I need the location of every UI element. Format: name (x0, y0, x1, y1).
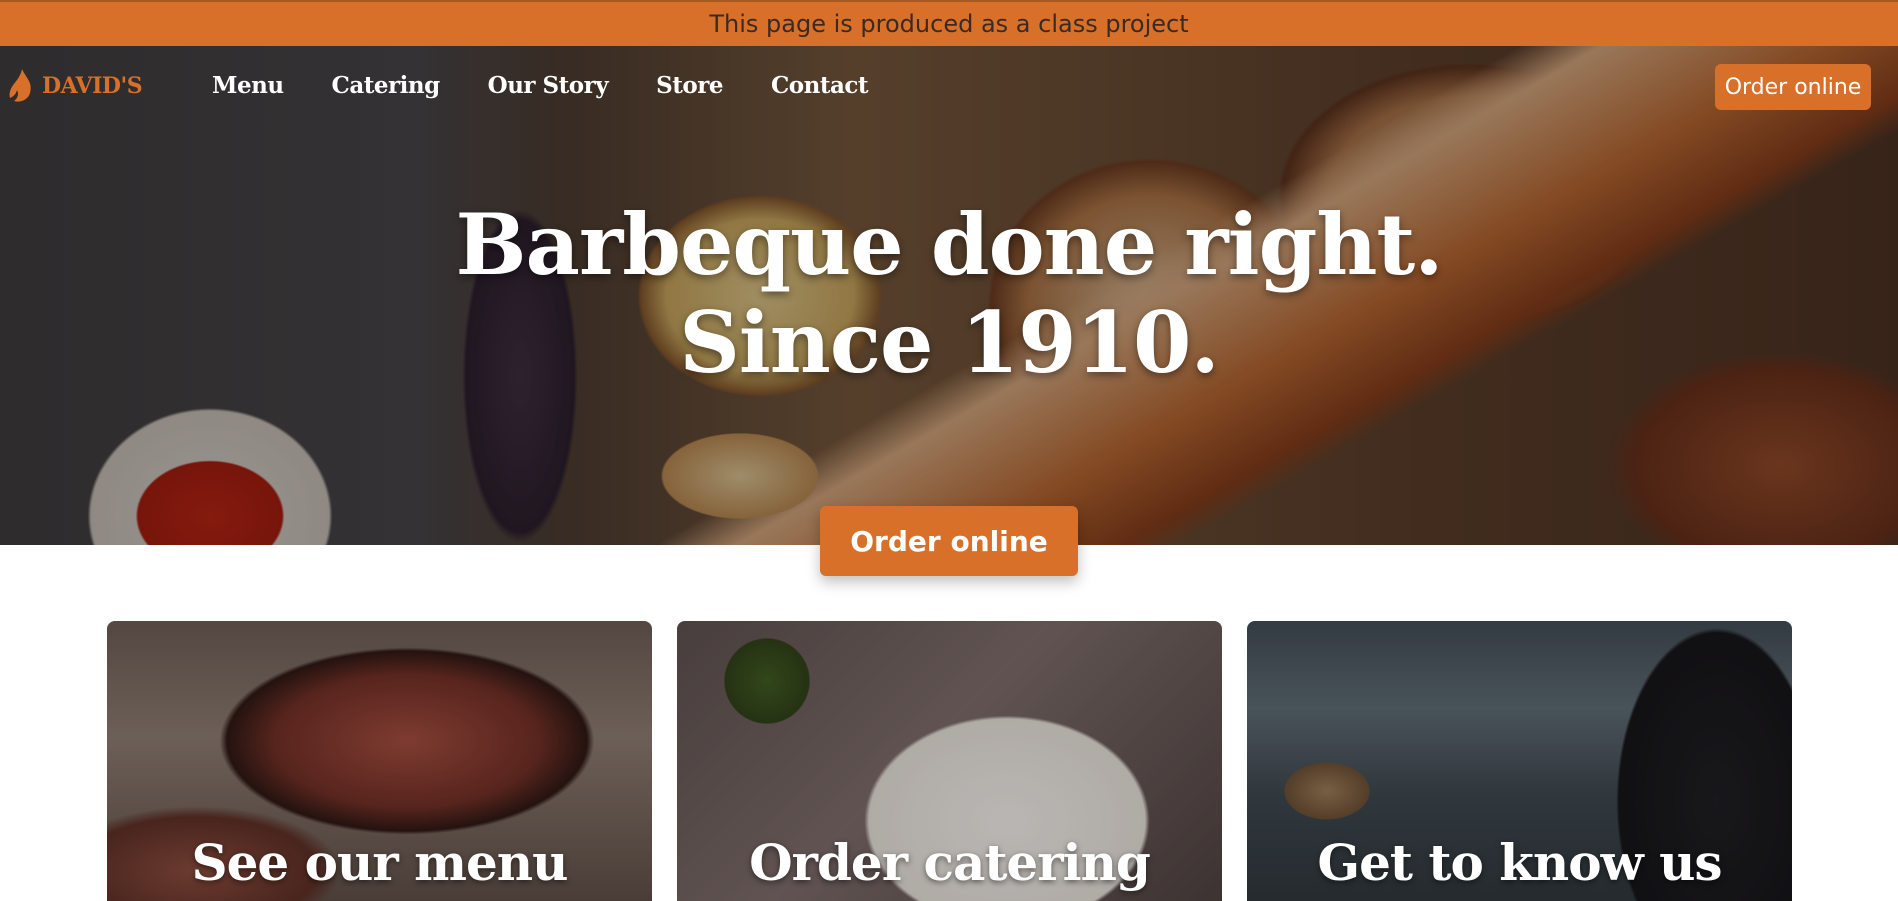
hero-heading: Barbeque done right. Since 1910. (0, 196, 1898, 392)
flame-icon (9, 69, 31, 102)
card-get-to-know-us[interactable]: Get to know us (1247, 621, 1792, 901)
nav-link-catering[interactable]: Catering (332, 72, 441, 99)
brand-name: DAVID'S (42, 73, 143, 99)
card-title: Order catering (749, 833, 1151, 892)
nav-link-contact[interactable]: Contact (771, 72, 869, 99)
card-order-catering[interactable]: Order catering (677, 621, 1222, 901)
brand-logo[interactable]: DAVID'S (8, 68, 143, 104)
nav-link-menu[interactable]: Menu (212, 72, 284, 99)
hero-order-online-button[interactable]: Order online (820, 506, 1078, 576)
class-project-banner: This page is produced as a class project (0, 0, 1898, 46)
card-see-our-menu[interactable]: See our menu (107, 621, 652, 901)
nav-link-our-story[interactable]: Our Story (488, 72, 609, 99)
hero-heading-line-2: Since 1910. (679, 293, 1220, 392)
nav-links: Menu Catering Our Story Store Contact (212, 72, 916, 99)
card-title: See our menu (191, 833, 568, 892)
nav-order-online-button[interactable]: Order online (1715, 64, 1871, 110)
hero-heading-line-1: Barbeque done right. (455, 195, 1444, 294)
card-title: Get to know us (1317, 833, 1722, 892)
main-navigation: DAVID'S Menu Catering Our Story Store Co… (0, 46, 1898, 128)
banner-text: This page is produced as a class project (709, 10, 1189, 38)
nav-link-store[interactable]: Store (656, 72, 723, 99)
